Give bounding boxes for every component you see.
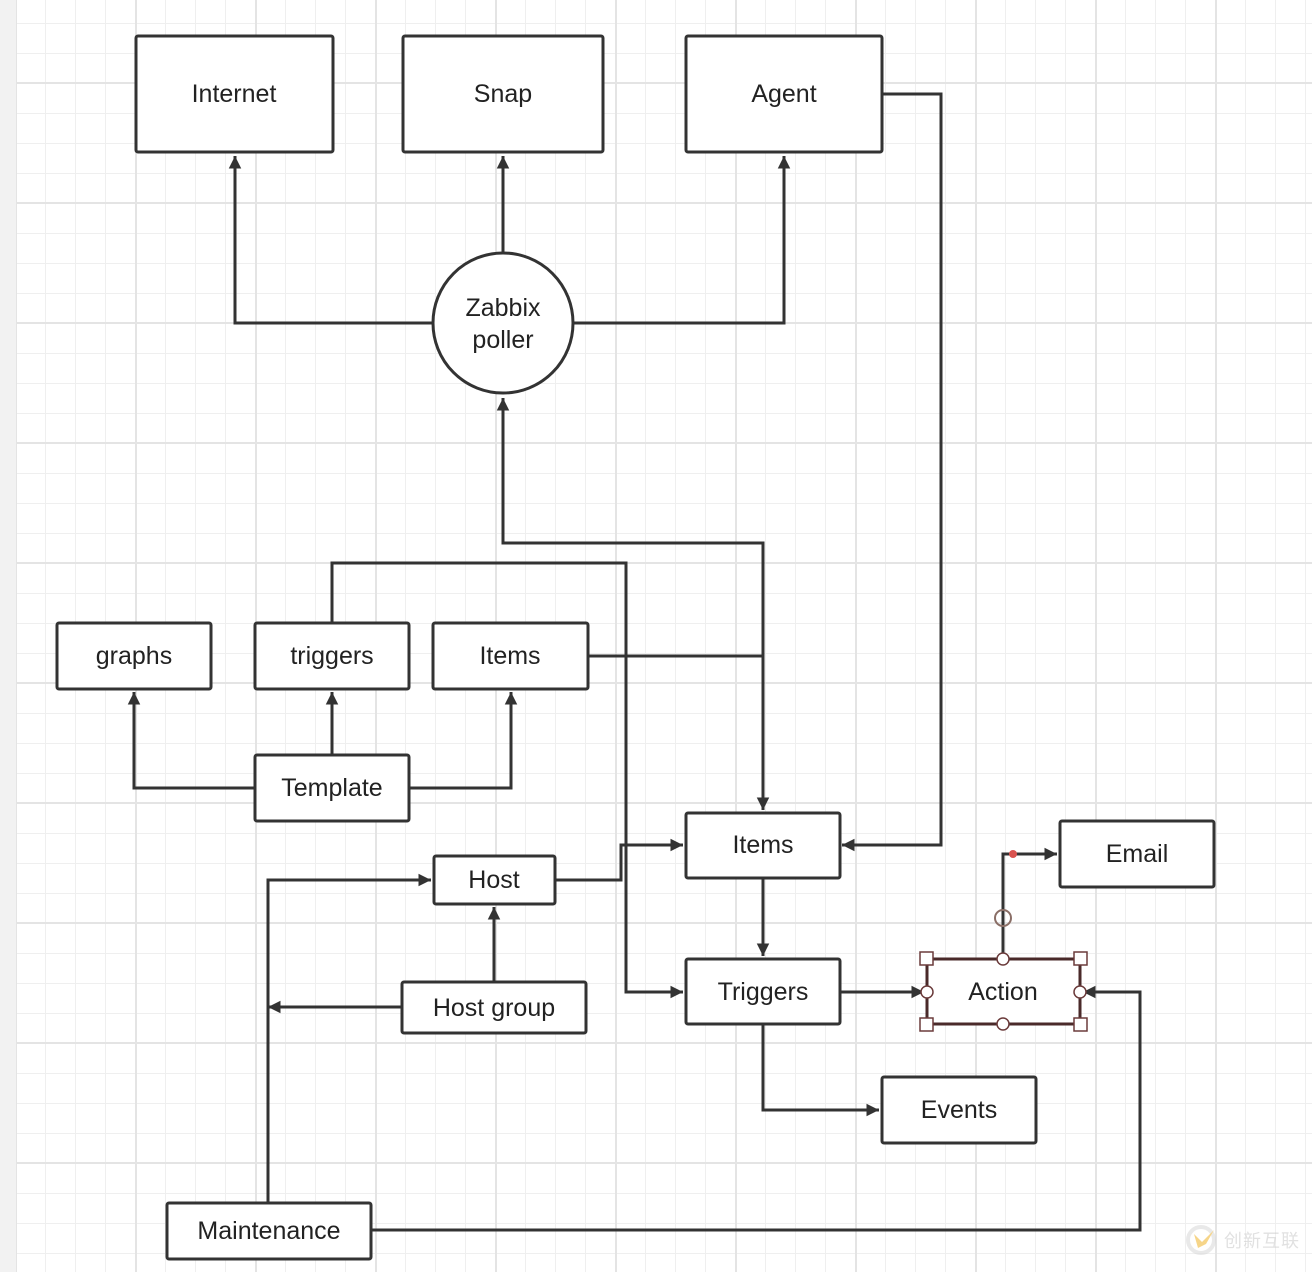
node-host-label: Host	[468, 866, 519, 894]
node-email-label: Email	[1106, 840, 1169, 868]
connect-handle-bottom[interactable]	[996, 1017, 1010, 1031]
node-zabbix-poller[interactable]: Zabbix poller	[431, 251, 575, 395]
node-internet-label: Internet	[192, 80, 277, 108]
edge-poller-to-agent[interactable]	[573, 156, 791, 325]
node-triggers-label: Triggers	[718, 978, 809, 1006]
node-zabbix-poller-label-2: poller	[472, 326, 533, 354]
node-template-items[interactable]: Items	[431, 621, 590, 691]
edge-template-to-graphs[interactable]	[127, 692, 254, 790]
resize-handle-sw[interactable]	[919, 1017, 934, 1032]
resize-handle-ne[interactable]	[1073, 951, 1088, 966]
node-graphs[interactable]: graphs	[55, 621, 213, 691]
node-events[interactable]: Events	[880, 1075, 1038, 1145]
edge-items-to-poller[interactable]	[496, 398, 765, 760]
node-template[interactable]: Template	[253, 753, 411, 823]
node-maintenance[interactable]: Maintenance	[165, 1201, 373, 1261]
node-internet[interactable]: Internet	[134, 34, 335, 154]
edge-maintenance-to-host[interactable]	[266, 873, 431, 1202]
edge-agent-to-items[interactable]	[842, 92, 943, 852]
diagram: Internet Snap Agent Zabbix poller graphs…	[55, 34, 1216, 1261]
node-email[interactable]: Email	[1058, 819, 1216, 889]
node-snap[interactable]: Snap	[401, 34, 605, 154]
node-items[interactable]: Items	[684, 811, 842, 880]
node-action[interactable]: Action	[925, 957, 1082, 1026]
node-template-items-label: Items	[479, 642, 540, 670]
node-maintenance-label: Maintenance	[197, 1217, 340, 1245]
node-events-label: Events	[921, 1096, 997, 1124]
node-template-triggers-label: triggers	[290, 642, 373, 670]
edge-waypoint-dot[interactable]	[1009, 850, 1017, 858]
node-agent[interactable]: Agent	[684, 34, 884, 154]
node-graphs-label: graphs	[96, 642, 172, 670]
resize-handle-se[interactable]	[1073, 1017, 1088, 1032]
edge-template-items-to-items[interactable]	[589, 654, 770, 810]
node-snap-label: Snap	[474, 80, 532, 108]
connect-handle-right[interactable]	[1073, 985, 1087, 999]
connect-handle-left[interactable]	[920, 985, 934, 999]
resize-handle-nw[interactable]	[919, 951, 934, 966]
node-zabbix-poller-label-1: Zabbix	[465, 294, 541, 322]
watermark-logo-icon	[1186, 1225, 1216, 1255]
watermark-text: 创新互联	[1224, 1231, 1300, 1252]
node-items-label: Items	[732, 831, 793, 859]
node-action-label: Action	[968, 978, 1037, 1006]
edge-triggers-to-events[interactable]	[761, 1025, 879, 1117]
node-template-label: Template	[281, 774, 382, 802]
node-host[interactable]: Host	[432, 854, 557, 906]
node-host-group-label: Host group	[433, 994, 555, 1022]
edge-action-to-email[interactable]	[1001, 847, 1057, 958]
edge-template-to-template-items[interactable]	[409, 692, 518, 790]
edge-host-to-items[interactable]	[556, 838, 683, 882]
node-agent-label: Agent	[751, 80, 816, 108]
node-template-triggers[interactable]: triggers	[253, 621, 411, 691]
node-host-group[interactable]: Host group	[400, 980, 588, 1035]
node-triggers[interactable]: Triggers	[684, 957, 842, 1026]
edge-poller-to-internet[interactable]	[228, 156, 434, 325]
connect-handle-top[interactable]	[996, 952, 1010, 966]
watermark: 创新互联	[1184, 1222, 1300, 1258]
